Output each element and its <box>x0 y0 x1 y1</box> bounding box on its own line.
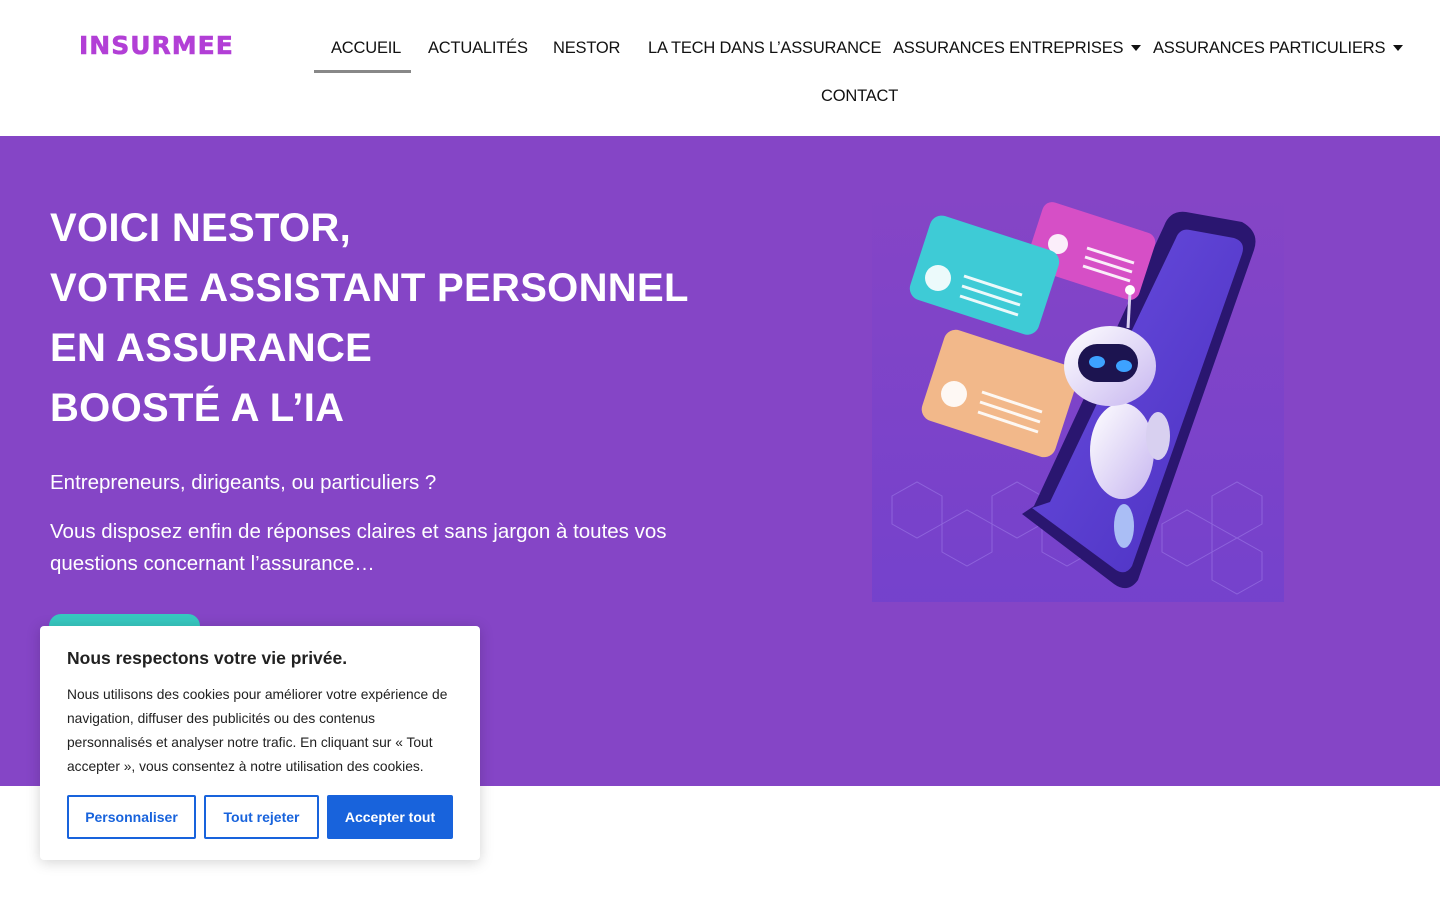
nav-item-accueil[interactable]: ACCUEIL <box>331 39 401 58</box>
nav-item-assurances-particuliers[interactable]: ASSURANCES PARTICULIERS <box>1153 39 1404 58</box>
nav-item-label: LA TECH DANS L’ASSURANCE <box>648 39 882 57</box>
nav-item-contact[interactable]: CONTACT <box>821 87 898 106</box>
nav-item-label: ASSURANCES ENTREPRISES <box>893 39 1124 57</box>
hero-title-line: BOOSTÉ A L’IA <box>50 386 345 430</box>
nav-item-assurances-entreprises[interactable]: ASSURANCES ENTREPRISES <box>893 39 1142 58</box>
nav-item-label: CONTACT <box>821 87 899 105</box>
nav-active-indicator <box>314 70 411 73</box>
cookie-title: Nous respectons votre vie privée. <box>67 648 348 668</box>
hero-subtitle: Entrepreneurs, dirigeants, ou particulie… <box>50 471 437 494</box>
nav-item-label: ACCUEIL <box>331 39 402 57</box>
nav-item-label: NESTOR <box>553 39 621 57</box>
nav-item-label: ASSURANCES PARTICULIERS <box>1153 39 1386 57</box>
cookie-description: Nous utilisons des cookies pour améliore… <box>67 687 448 774</box>
accept-all-button[interactable]: Accepter tout <box>327 795 453 839</box>
nav-item-label: ACTUALITÉS <box>428 39 528 57</box>
hero-description: Vous disposez enfin de réponses claires … <box>50 520 667 575</box>
chevron-down-icon <box>1131 44 1142 51</box>
site-logo[interactable]: INSURMEE <box>79 31 234 61</box>
nav-item-nestor[interactable]: NESTOR <box>553 39 620 58</box>
hero-title-line: VOTRE ASSISTANT PERSONNEL <box>50 266 689 310</box>
hero-title-line: EN ASSURANCE <box>50 326 373 370</box>
nav-item-actualites[interactable]: ACTUALITÉS <box>428 39 528 58</box>
site-header: INSURMEE ACCUEIL ACTUALITÉS NESTOR LA TE… <box>0 0 1440 136</box>
customize-button[interactable]: Personnaliser <box>67 795 196 839</box>
cookie-consent-banner: Nous respectons votre vie privée. Nous u… <box>40 626 480 860</box>
robot-phone-illustration <box>872 196 1284 602</box>
hero-title: VOICI NESTOR, VOTRE ASSISTANT PERSONNEL … <box>50 198 689 438</box>
chevron-down-icon <box>1393 44 1404 51</box>
reject-all-button[interactable]: Tout rejeter <box>204 795 319 839</box>
nav-item-tech-assurance[interactable]: LA TECH DANS L’ASSURANCE <box>648 39 882 58</box>
hero-title-line: VOICI NESTOR, <box>50 206 351 250</box>
